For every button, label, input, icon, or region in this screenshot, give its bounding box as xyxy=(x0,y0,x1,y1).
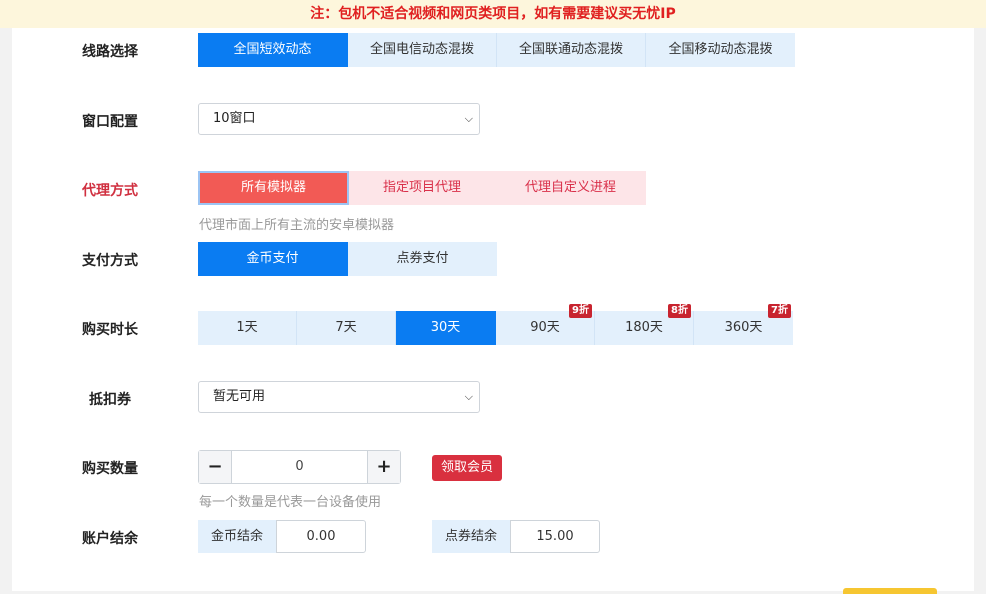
quantity-label: 购买数量 xyxy=(82,461,138,477)
gold-balance-caption: 金币结余 xyxy=(198,520,276,553)
discount-badge: 7折 xyxy=(768,304,791,318)
coupon-label: 抵扣券 xyxy=(89,392,131,408)
line-option-unicom[interactable]: 全国联通动态混拨 xyxy=(497,33,646,67)
duration-option-label: 180天 xyxy=(625,320,663,335)
coupon-select-value: 暂无可用 xyxy=(213,389,266,404)
payment-option-points[interactable]: 点券支付 xyxy=(348,242,497,276)
duration-label: 购买时长 xyxy=(82,322,138,338)
form-panel xyxy=(12,0,974,591)
chevron-down-icon: ⌵ xyxy=(464,112,473,125)
chevron-down-icon: ⌵ xyxy=(464,390,473,403)
proxy-selector: 所有模拟器 指定项目代理 代理自定义进程 xyxy=(198,171,646,205)
duration-option-label: 360天 xyxy=(724,320,763,335)
submit-button[interactable] xyxy=(843,588,937,594)
payment-option-gold[interactable]: 金币支付 xyxy=(198,242,348,276)
line-selector: 全国短效动态 全国电信动态混拨 全国联通动态混拨 全国移动动态混拨 xyxy=(198,33,795,67)
point-balance: 点券结余 15.00 xyxy=(432,520,600,553)
duration-option-180d[interactable]: 180天 8折 xyxy=(595,304,694,345)
claim-vip-button[interactable]: 领取会员 xyxy=(432,455,502,481)
line-label: 线路选择 xyxy=(82,44,138,60)
discount-badge: 9折 xyxy=(569,304,592,318)
discount-badge: 8折 xyxy=(668,304,691,318)
payment-label: 支付方式 xyxy=(82,253,138,269)
point-balance-value: 15.00 xyxy=(510,520,600,553)
duration-option-label: 7天 xyxy=(335,320,357,335)
line-option-mobile[interactable]: 全国移动动态混拨 xyxy=(646,33,795,67)
duration-option-label: 1天 xyxy=(236,320,258,335)
window-select[interactable]: 10窗口 ⌵ xyxy=(198,103,480,135)
gold-balance: 金币结余 0.00 xyxy=(198,520,366,553)
duration-option-360d[interactable]: 360天 7折 xyxy=(694,304,793,345)
line-option-national-short[interactable]: 全国短效动态 xyxy=(198,33,348,67)
duration-option-1d[interactable]: 1天 xyxy=(198,311,297,345)
balance-label: 账户结余 xyxy=(82,531,138,547)
gold-balance-value: 0.00 xyxy=(276,520,366,553)
proxy-option-custom-process[interactable]: 代理自定义进程 xyxy=(495,171,646,205)
decrement-button[interactable]: − xyxy=(199,451,232,483)
coupon-select[interactable]: 暂无可用 ⌵ xyxy=(198,381,480,413)
duration-option-90d[interactable]: 90天 9折 xyxy=(496,304,595,345)
duration-selector: 1天 7天 30天 90天 9折 180天 8折 360天 7折 xyxy=(198,304,793,345)
point-balance-caption: 点券结余 xyxy=(432,520,510,553)
line-option-telecom[interactable]: 全国电信动态混拨 xyxy=(348,33,497,67)
window-label: 窗口配置 xyxy=(82,114,138,130)
increment-button[interactable]: + xyxy=(367,451,400,483)
duration-option-label: 90天 xyxy=(530,320,560,335)
proxy-hint: 代理市面上所有主流的安卓模拟器 xyxy=(199,218,395,233)
quantity-input[interactable]: 0 xyxy=(232,451,367,483)
quantity-hint: 每一个数量是代表一台设备使用 xyxy=(199,495,382,510)
proxy-option-all-emulators[interactable]: 所有模拟器 xyxy=(198,171,349,205)
proxy-option-project[interactable]: 指定项目代理 xyxy=(349,171,495,205)
duration-option-30d[interactable]: 30天 xyxy=(396,311,496,345)
proxy-label: 代理方式 xyxy=(82,183,138,199)
quantity-stepper: − 0 + xyxy=(198,450,401,484)
notice-banner: 注：包机不适合视频和网页类项目，如有需要建议买无忧IP xyxy=(0,0,986,28)
payment-selector: 金币支付 点券支付 xyxy=(198,242,497,276)
duration-option-label: 30天 xyxy=(430,320,461,335)
duration-option-7d[interactable]: 7天 xyxy=(297,311,396,345)
window-select-value: 10窗口 xyxy=(213,111,256,126)
